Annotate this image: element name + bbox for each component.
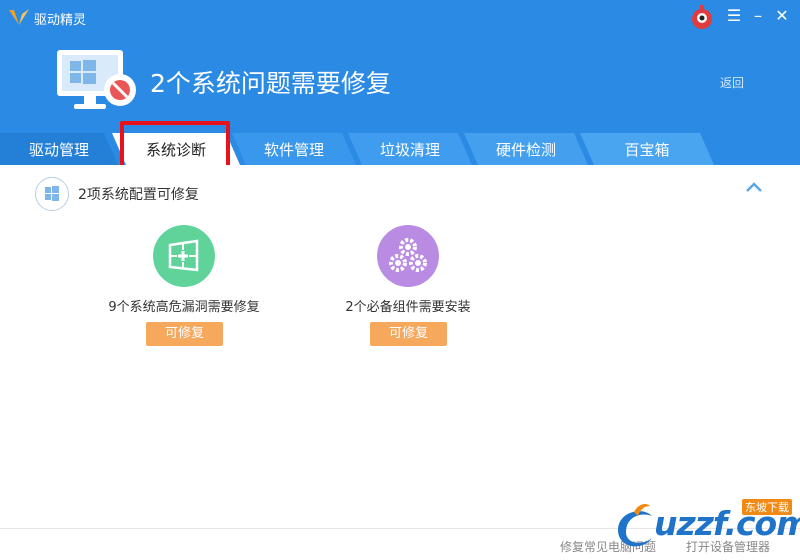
vulnerability-card: 9个系统高危漏洞需要修复 可修复 xyxy=(74,221,294,351)
windows-icon xyxy=(35,177,69,211)
mascot-icon[interactable] xyxy=(690,4,714,30)
tab-bar: 驱动管理 系统诊断 软件管理 垃圾清理 硬件检测 百宝箱 xyxy=(0,133,800,165)
main-content: 2项系统配置可修复 9个系统高危漏洞需要修复 可修复 2个必备组件需要安装 可修… xyxy=(0,165,800,528)
app-logo-icon xyxy=(9,9,29,25)
fix-button[interactable]: 可修复 xyxy=(146,322,223,346)
tab-label: 驱动管理 xyxy=(28,141,89,159)
components-card: 2个必备组件需要安装 可修复 xyxy=(298,221,518,351)
tab-label: 百宝箱 xyxy=(624,141,670,159)
windows-shield-icon xyxy=(153,225,215,287)
menu-icon[interactable]: ☰ xyxy=(724,6,744,26)
titlebar: 驱动精灵 ☰ – ✕ xyxy=(0,0,800,34)
tab-software-management[interactable]: 软件管理 xyxy=(232,133,356,165)
tab-hardware-detection[interactable]: 硬件检测 xyxy=(464,133,588,165)
card-label: 9个系统高危漏洞需要修复 xyxy=(108,300,260,315)
tab-label: 系统诊断 xyxy=(145,141,206,159)
monitor-diagnosis-icon xyxy=(57,50,136,109)
watermark-tag: 东坡下载 xyxy=(742,499,792,515)
app-name: 驱动精灵 xyxy=(34,13,87,28)
back-link[interactable]: 返回 xyxy=(720,74,744,91)
tab-toolbox[interactable]: 百宝箱 xyxy=(580,133,714,165)
chevron-up-icon[interactable] xyxy=(744,179,764,195)
header: 驱动精灵 ☰ – ✕ 2个系统问题需要修复 返回 驱动管理 系统诊断 软件管理 … xyxy=(0,0,800,165)
tab-junk-cleanup[interactable]: 垃圾清理 xyxy=(348,133,472,165)
tab-label: 垃圾清理 xyxy=(379,141,440,159)
tab-system-diagnosis[interactable]: 系统诊断 xyxy=(112,133,240,165)
tab-label: 硬件检测 xyxy=(495,141,556,159)
tab-label: 软件管理 xyxy=(263,141,324,159)
section-title: 2项系统配置可修复 xyxy=(78,187,199,203)
minimize-icon[interactable]: – xyxy=(748,6,768,26)
card-label: 2个必备组件需要安装 xyxy=(345,300,471,315)
tab-driver-management[interactable]: 驱动管理 xyxy=(0,133,118,165)
close-icon[interactable]: ✕ xyxy=(772,6,792,26)
watermark: uzzf.com 东坡下载 xyxy=(612,496,800,558)
gears-icon xyxy=(377,225,439,287)
fix-button[interactable]: 可修复 xyxy=(370,322,447,346)
page-title: 2个系统问题需要修复 xyxy=(150,69,391,98)
